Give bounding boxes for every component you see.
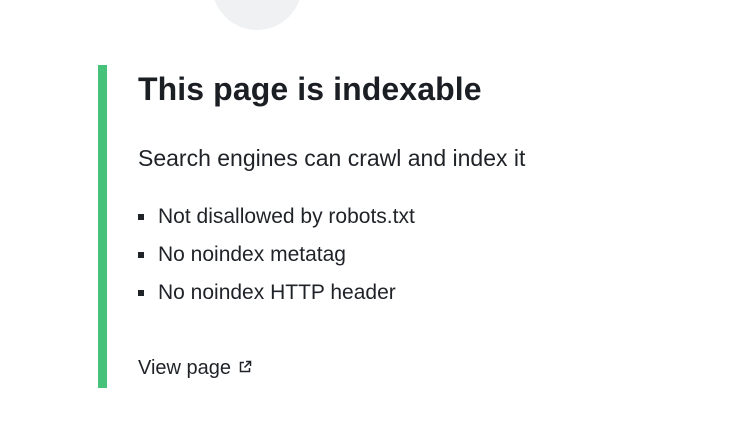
bullet-icon (138, 290, 144, 296)
page: This page is indexable Search engines ca… (0, 0, 732, 435)
bullet-icon (138, 214, 144, 220)
check-item-robots: Not disallowed by robots.txt (138, 204, 415, 242)
view-page-label: View page (138, 357, 232, 379)
decorative-illustration (212, 0, 302, 30)
external-link-icon (238, 355, 252, 373)
indexability-status-card: This page is indexable Search engines ca… (98, 65, 698, 388)
status-title: This page is indexable (138, 71, 482, 107)
status-accent-bar (98, 65, 107, 388)
status-subtitle: Search engines can crawl and index it (138, 145, 526, 171)
check-label: No noindex metatag (158, 243, 346, 266)
bullet-icon (138, 252, 144, 258)
check-item-noindex-header: No noindex HTTP header (138, 280, 415, 318)
check-label: Not disallowed by robots.txt (158, 205, 415, 228)
check-item-noindex-metatag: No noindex metatag (138, 242, 415, 280)
view-page-link[interactable]: View page (138, 355, 252, 381)
check-label: No noindex HTTP header (158, 281, 396, 304)
indexability-checks-list: Not disallowed by robots.txt No noindex … (138, 204, 415, 318)
